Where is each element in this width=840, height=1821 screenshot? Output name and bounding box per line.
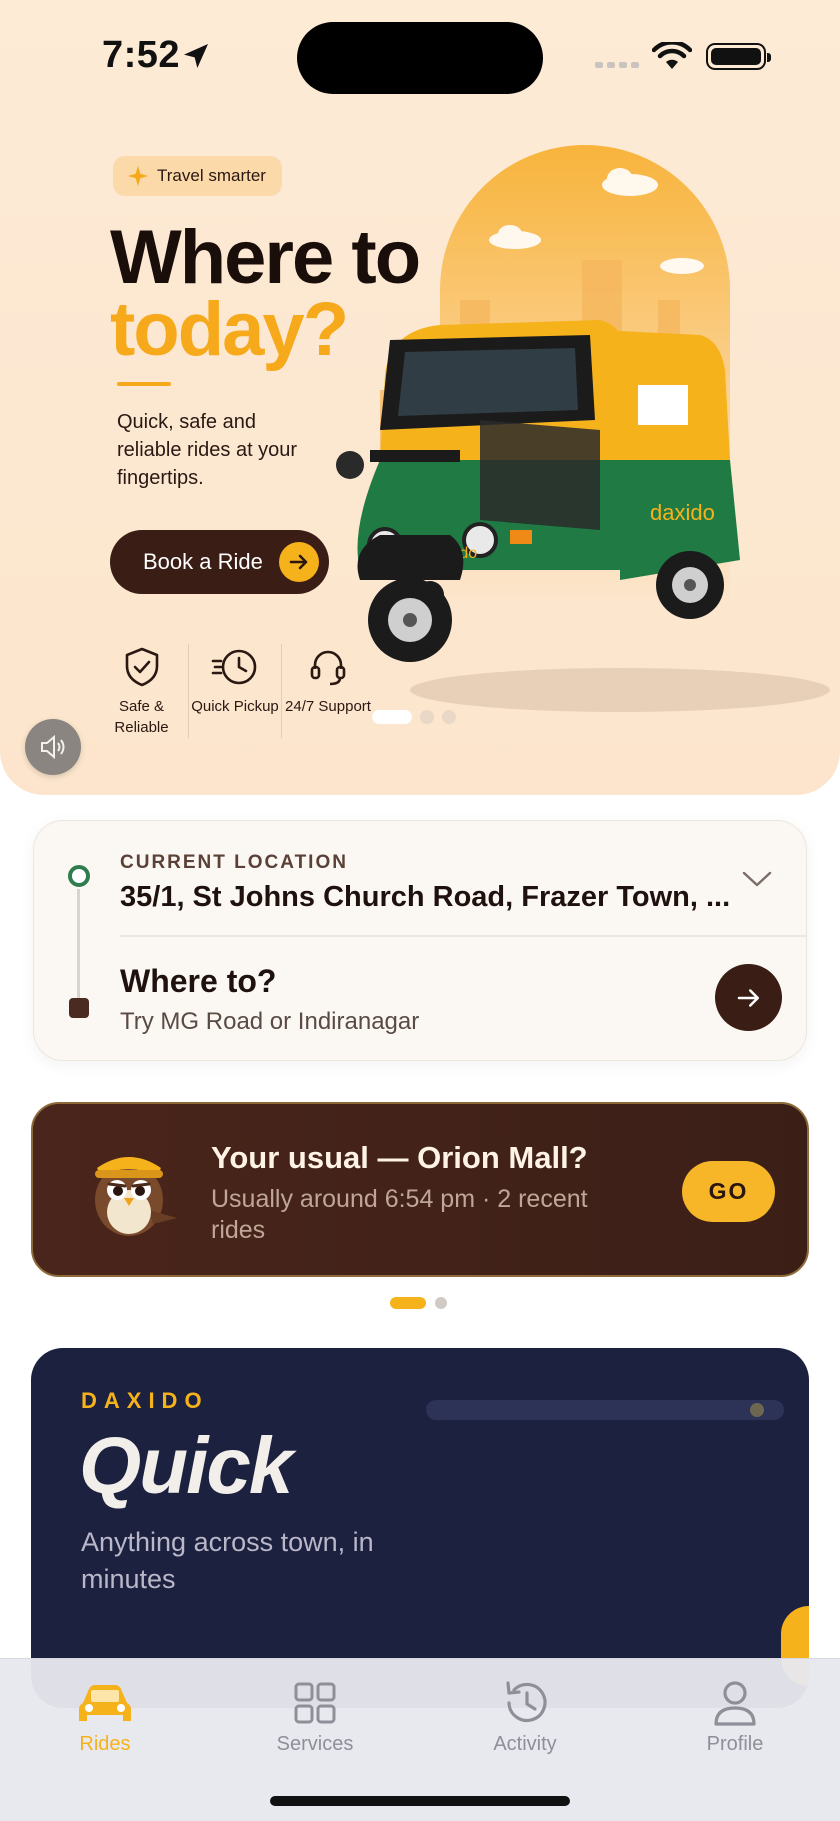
carousel-dot-active[interactable]: [372, 710, 412, 724]
feature-label: Quick Pickup: [191, 698, 279, 715]
quick-title: Quick: [79, 1421, 293, 1510]
location-arrow-icon: [184, 44, 208, 68]
vehicle-brand-side: daxido: [650, 500, 715, 525]
person-icon: [713, 1673, 757, 1733]
tab-activity[interactable]: Activity: [455, 1673, 595, 1756]
travel-smarter-tag: Travel smarter: [113, 156, 282, 196]
book-ride-button[interactable]: Book a Ride: [110, 530, 329, 594]
tab-profile[interactable]: Profile: [665, 1673, 805, 1756]
hero-banner: 7:52 daxido Travel smarter Where to toda…: [0, 0, 840, 795]
chevron-down-icon[interactable]: [742, 870, 772, 888]
destination-hint[interactable]: Try MG Road or Indiranagar: [120, 1008, 419, 1036]
location-divider: [120, 935, 806, 937]
origin-marker: [68, 865, 90, 887]
quick-brand: DAXIDO: [81, 1388, 209, 1413]
headset-icon: [308, 644, 348, 690]
feature-label: 24/7 Support: [285, 698, 371, 715]
tag-label: Travel smarter: [157, 166, 266, 185]
pager-dot[interactable]: [435, 1297, 447, 1309]
arrow-right-icon: [279, 542, 319, 582]
fast-clock-icon: [211, 644, 259, 690]
quick-subtitle: Anything across town, in minutes: [81, 1527, 374, 1594]
headline-line-2: today?: [110, 287, 349, 372]
history-icon: [500, 1673, 550, 1733]
route-line: [77, 889, 80, 999]
headline-underline: [117, 382, 171, 386]
usual-destination-card[interactable]: Your usual — Orion Mall? Usually around …: [31, 1102, 809, 1277]
sound-toggle-button[interactable]: [25, 719, 81, 775]
speaker-icon: [41, 734, 65, 760]
usual-pager-dots[interactable]: [390, 1297, 447, 1309]
usual-subtitle: Usually around 6:54 pm · 2 recent rides: [211, 1185, 588, 1244]
shield-check-icon: [124, 644, 160, 690]
carousel-dot[interactable]: [420, 710, 434, 724]
home-indicator[interactable]: [270, 1796, 570, 1806]
tab-label: Activity: [493, 1733, 557, 1755]
feature-list: Safe & Reliable Quick Pickup 24/7 Suppor…: [95, 644, 374, 738]
quick-progress-knob: [750, 1403, 764, 1417]
current-location-value[interactable]: 35/1, St Johns Church Road, Frazer Town,…: [120, 881, 730, 914]
feature-label: Safe & Reliable: [114, 698, 169, 736]
tab-label: Profile: [706, 1733, 764, 1755]
carousel-dot[interactable]: [442, 710, 456, 724]
signal-icon: [595, 62, 639, 68]
status-time: 7:52: [102, 34, 181, 76]
current-location-label: CURRENT LOCATION: [120, 852, 348, 873]
owl-mascot-icon: [95, 1157, 177, 1236]
hero-subtext: Quick, safe and reliable rides at your f…: [117, 411, 298, 489]
dynamic-island: [297, 22, 543, 94]
arrow-right-icon: [737, 988, 759, 1007]
go-button[interactable]: GO: [682, 1161, 775, 1222]
pager-dot-active[interactable]: [390, 1297, 426, 1309]
tab-label: Services: [276, 1733, 354, 1755]
search-destination-button[interactable]: [715, 964, 782, 1031]
car-icon: [77, 1673, 133, 1733]
hero-carousel-dots[interactable]: [372, 710, 456, 724]
usual-title: Your usual — Orion Mall?: [211, 1140, 588, 1175]
status-bar: 7:52: [0, 0, 840, 110]
quick-progress-track: [426, 1400, 784, 1420]
destination-title[interactable]: Where to?: [120, 963, 276, 1000]
tab-rides[interactable]: Rides: [35, 1673, 175, 1756]
grid-icon: [293, 1673, 337, 1733]
daxido-quick-card[interactable]: DAXIDO Quick Anything across town, in mi…: [31, 1348, 809, 1708]
feature-quick-pickup: Quick Pickup: [188, 644, 281, 738]
tab-label: Rides: [79, 1733, 131, 1755]
headline-line-1: Where to: [110, 215, 421, 300]
destination-marker: [69, 998, 89, 1018]
battery-icon: [706, 43, 771, 70]
book-ride-label: Book a Ride: [143, 549, 263, 574]
wifi-icon: [652, 42, 692, 69]
feature-support: 24/7 Support: [281, 644, 374, 738]
feature-safe: Safe & Reliable: [95, 644, 188, 738]
sparkle-icon: [127, 165, 149, 187]
location-card: CURRENT LOCATION 35/1, St Johns Church R…: [33, 820, 807, 1061]
tab-services[interactable]: Services: [245, 1673, 385, 1756]
